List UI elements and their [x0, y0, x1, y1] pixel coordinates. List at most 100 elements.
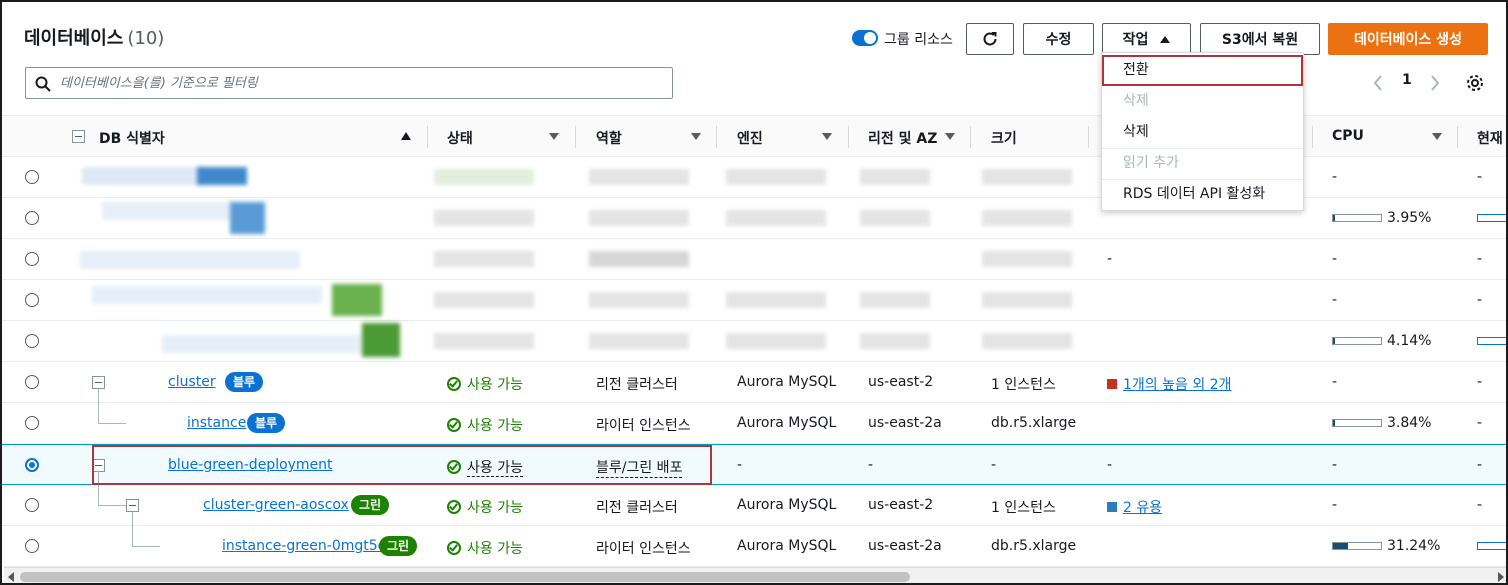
col-current[interactable]: 현재	[1477, 128, 1503, 148]
tree-line	[98, 423, 126, 424]
db-identifier-link[interactable]: cluster	[168, 374, 216, 390]
row-radio[interactable]	[25, 334, 39, 348]
next-page-icon[interactable]	[1429, 74, 1441, 92]
menu-item-switchover[interactable]: 전환	[1102, 55, 1303, 86]
col-role[interactable]: 역할	[596, 128, 622, 148]
row-radio[interactable]	[25, 539, 39, 553]
table-row[interactable]: instance 블루 사용 가능 라이터 인스턴스 Aurora MySQL …	[2, 389, 1506, 444]
cpu-bar-fill	[1333, 420, 1335, 426]
table-row-selected[interactable]: blue-green-deployment 사용 가능 블루/그린 배포 - -…	[2, 444, 1506, 485]
redacted-role	[589, 210, 689, 226]
role-badge: 그린	[351, 495, 390, 515]
cpu-value: -	[1332, 497, 1338, 513]
table-row[interactable]: cluster 블루 사용 가능 리전 클러스터 Aurora MySQL us…	[2, 362, 1506, 403]
search-icon	[35, 76, 51, 92]
activity-value[interactable]: 1개의 높음 외 2개	[1107, 374, 1231, 394]
row-radio[interactable]	[25, 211, 39, 225]
collapse-icon[interactable]	[92, 376, 105, 389]
activity-value: -	[1107, 457, 1113, 473]
modify-button[interactable]: 수정	[1023, 23, 1094, 55]
tree-line	[98, 505, 126, 506]
col-engine[interactable]: 엔진	[737, 128, 763, 148]
row-radio[interactable]	[25, 252, 39, 266]
region-value: us-east-2a	[868, 415, 942, 431]
create-database-button[interactable]: 데이터베이스 생성	[1328, 23, 1488, 55]
cpu-value: -	[1332, 292, 1338, 308]
size-value: -	[991, 457, 997, 473]
settings-gear-icon[interactable]	[1465, 73, 1485, 93]
redacted-region	[860, 292, 930, 308]
tree-line	[98, 471, 99, 505]
row-radio-selected[interactable]	[25, 458, 39, 472]
region-value: us-east-2a	[868, 538, 942, 554]
cpu-bar	[1332, 214, 1382, 222]
sort-ascending-icon[interactable]	[401, 132, 411, 140]
cpu-label: 3.84%	[1387, 415, 1432, 431]
col-db-identifier[interactable]: DB 식별자	[99, 128, 165, 148]
db-identifier-link[interactable]: instance	[187, 415, 246, 431]
scroll-left-icon[interactable]	[8, 572, 14, 582]
row-radio[interactable]	[25, 498, 39, 512]
sort-region-icon[interactable]	[945, 133, 955, 140]
col-status[interactable]: 상태	[447, 128, 473, 148]
db-identifier-link[interactable]: instance-green-0mgt5e	[222, 538, 386, 554]
role-badge: 블루	[247, 413, 286, 433]
row-radio[interactable]	[25, 416, 39, 430]
collapse-icon[interactable]	[126, 499, 139, 512]
sort-role-icon[interactable]	[691, 133, 701, 140]
engine-value: -	[737, 457, 743, 473]
sort-cpu-icon[interactable]	[1432, 133, 1442, 140]
sort-engine-icon[interactable]	[822, 133, 832, 140]
previous-page-icon[interactable]	[1372, 74, 1384, 92]
table-row[interactable]: 4.14%	[2, 321, 1506, 362]
check-circle-icon	[447, 541, 461, 555]
menu-item-delete[interactable]: 삭제	[1102, 117, 1303, 148]
restore-from-s3-button[interactable]: S3에서 복원	[1200, 23, 1320, 55]
db-identifier-link[interactable]: cluster-green-aoscox	[203, 497, 349, 513]
row-radio[interactable]	[25, 170, 39, 184]
sort-status-icon[interactable]	[549, 133, 559, 140]
scrollbar-thumb[interactable]	[20, 572, 910, 582]
status-value: 사용 가능	[447, 374, 523, 394]
redacted-engine	[726, 210, 826, 226]
role-value[interactable]: 블루/그린 배포	[596, 457, 683, 478]
redacted-region	[860, 333, 930, 349]
menu-item-enable-data-api[interactable]: RDS 데이터 API 활성화	[1102, 179, 1303, 210]
menu-item-delete-disabled: 삭제	[1123, 93, 1149, 109]
col-divider	[716, 126, 717, 148]
col-region[interactable]: 리전 및 AZ	[868, 128, 937, 148]
table-row[interactable]: - - -	[2, 239, 1506, 280]
filter-databases[interactable]	[25, 67, 673, 99]
scroll-right-icon[interactable]	[1498, 572, 1504, 582]
tree-line	[132, 546, 160, 547]
horizontal-scrollbar[interactable]	[4, 567, 1506, 583]
table-row[interactable]: - -	[2, 280, 1506, 321]
check-circle-icon	[447, 377, 461, 391]
row-radio[interactable]	[25, 375, 39, 389]
high-severity-icon	[1107, 379, 1117, 389]
size-value: db.r5.xlarge	[991, 538, 1077, 554]
group-resources-label: 그룹 리소스	[884, 32, 953, 48]
status-value: 사용 가능	[447, 497, 523, 517]
refresh-button[interactable]	[966, 23, 1014, 55]
table-row[interactable]: cluster-green-aoscox 그린 사용 가능 리전 클러스터 Au…	[2, 471, 1506, 526]
status-value: 사용 가능	[447, 457, 523, 477]
col-size[interactable]: 크기	[991, 128, 1017, 148]
refresh-icon	[983, 32, 997, 46]
redacted-status	[434, 210, 534, 226]
current-page[interactable]: 1	[1402, 72, 1412, 88]
activity-value: -	[1107, 251, 1113, 267]
db-identifier-link[interactable]: blue-green-deployment	[168, 457, 333, 473]
redacted-role	[589, 169, 689, 185]
tree-line	[98, 389, 99, 423]
cpu-label: 31.24%	[1387, 538, 1441, 554]
row-radio[interactable]	[25, 293, 39, 307]
activity-value[interactable]: 2 유용	[1107, 497, 1162, 517]
search-input[interactable]	[60, 72, 660, 94]
current-value: -	[1477, 251, 1483, 267]
group-resources-toggle[interactable]	[852, 30, 878, 46]
actions-button[interactable]: 작업	[1102, 23, 1191, 55]
collapse-all-icon[interactable]	[72, 130, 85, 143]
table-row[interactable]: instance-green-0mgt5e 그린 사용 가능 라이터 인스턴스 …	[2, 512, 1506, 567]
col-cpu[interactable]: CPU	[1332, 128, 1364, 144]
